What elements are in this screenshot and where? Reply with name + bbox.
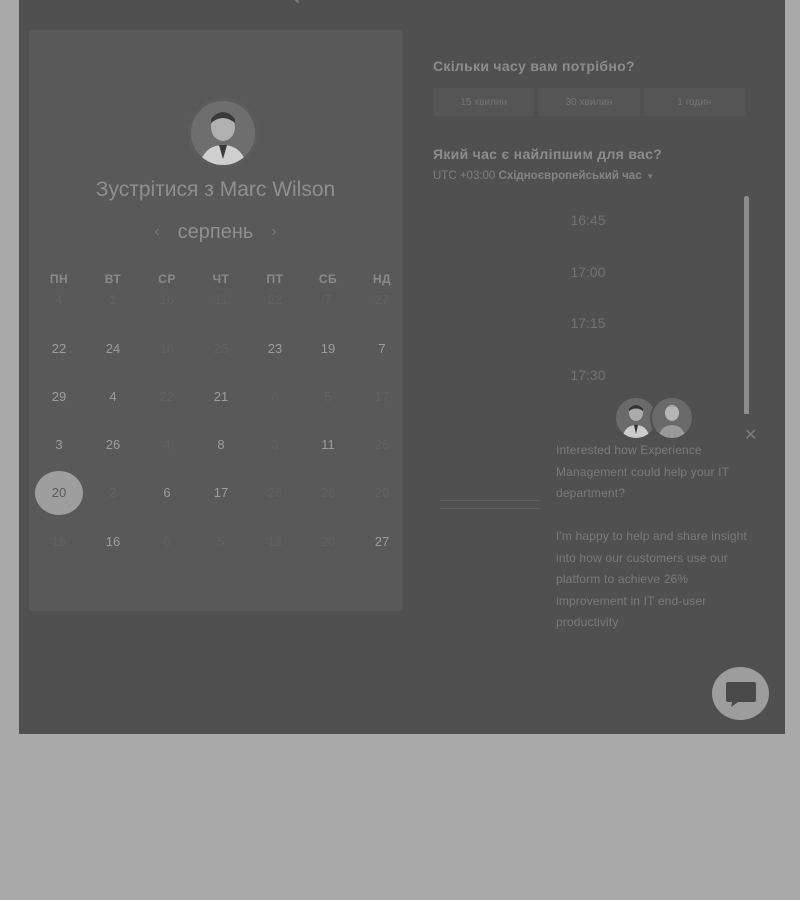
timezone-selector[interactable]: UTC +03:00 Східноєвропейський час ▾: [433, 170, 652, 182]
calendar-day: 3: [271, 437, 279, 452]
calendar-day[interactable]: 22: [34, 341, 84, 356]
timezone-offset: UTC +03:00: [433, 170, 496, 182]
calendar-day: 26: [320, 485, 336, 500]
time-slot[interactable]: 17:30: [433, 367, 743, 383]
calendar-day: 22: [159, 389, 175, 404]
divider: [440, 500, 540, 501]
weekday-label: НД: [372, 272, 392, 286]
time-slot[interactable]: 17:00: [433, 264, 743, 280]
chevron-right-icon[interactable]: ›: [271, 223, 276, 241]
weekday-label: ПТ: [266, 272, 284, 286]
calendar-day: 22: [267, 292, 283, 307]
weekday-label: ВТ: [104, 272, 122, 286]
calendar-day[interactable]: 27: [357, 534, 407, 549]
logo: [229, 0, 529, 14]
timezone-name: Східноєвропейський час: [498, 170, 642, 182]
calendar-day: 5: [217, 534, 225, 549]
calendar-day: 1: [109, 292, 117, 307]
month-navigation: ‹ серпень ›: [29, 218, 402, 246]
weekday-label: СБ: [318, 272, 338, 286]
calendar-day: 17: [374, 389, 390, 404]
calendar-day[interactable]: 29: [34, 389, 84, 404]
month-label: серпень: [177, 220, 254, 243]
calendar-day: 11: [214, 292, 228, 307]
calendar-day: 0: [163, 534, 171, 549]
calendar-day: 18: [267, 534, 283, 549]
chat-launcher-button[interactable]: [712, 667, 769, 720]
calendar-day[interactable]: 8: [196, 437, 246, 452]
duration-option[interactable]: 15 хвилин: [433, 88, 535, 116]
duration-option[interactable]: 30 хвилин: [538, 88, 640, 116]
calendar-day: 26: [374, 437, 390, 452]
calendar-day[interactable]: 26: [88, 437, 138, 452]
calendar-day[interactable]: 6: [142, 485, 192, 500]
calendar-day: 27: [374, 292, 390, 307]
calendar-day[interactable]: 4: [88, 389, 138, 404]
calendar-day: 16: [159, 341, 175, 356]
calendar-day-selected[interactable]: 20: [35, 471, 83, 515]
agent-avatar: [650, 396, 694, 440]
calendar-day[interactable]: 11: [303, 437, 353, 452]
calendar-day: 25: [213, 341, 229, 356]
duration-question: Скільки часу вам потрібно?: [433, 58, 635, 74]
calendar-day[interactable]: 24: [88, 341, 138, 356]
calendar-day[interactable]: 16: [88, 534, 138, 549]
time-slot[interactable]: 17:15: [433, 315, 743, 331]
meeting-title: Зустрітися з Marc Wilson: [95, 178, 336, 201]
divider: [440, 508, 540, 509]
chat-agent-avatars: [614, 396, 696, 440]
calendar-day: 28: [267, 485, 283, 500]
calendar-day: 20: [374, 485, 390, 500]
time-slot[interactable]: 16:45: [433, 212, 743, 228]
calendar-day[interactable]: 19: [303, 341, 353, 356]
host-avatar: [188, 98, 258, 168]
time-question: Який час є найліпшим для вас?: [433, 146, 663, 162]
calendar-day: 20: [320, 534, 336, 549]
calendar-day[interactable]: 3: [34, 437, 84, 452]
calendar-day[interactable]: 23: [250, 341, 300, 356]
chat-message-text: Interested how Experience Management cou…: [556, 443, 729, 500]
time-slot-list: 16:45 17:00 17:15 17:30: [433, 197, 743, 417]
calendar-day: 16: [159, 292, 175, 307]
calendar-day: 4: [55, 292, 63, 307]
calendar-day: 4: [163, 437, 171, 452]
calendar-day: 8: [271, 389, 279, 404]
calendar-day: 2: [109, 485, 117, 500]
calendar-day[interactable]: 17: [196, 485, 246, 500]
calendar-day: 5: [324, 389, 332, 404]
chat-message-text: I'm happy to help and share insight into…: [556, 529, 747, 629]
time-list-scrollbar[interactable]: [744, 196, 749, 416]
duration-options: 15 хвилин 30 хвилин 1 годин: [433, 88, 745, 116]
weekday-header: ПН ВТ СР ЧТ ПТ СБ НД: [27, 272, 402, 288]
calendar-day[interactable]: 21: [196, 389, 246, 404]
weekday-label: СР: [158, 272, 176, 286]
calendar-day[interactable]: 7: [357, 341, 407, 356]
calendar-panel: Зустрітися з Marc Wilson ‹ серпень › ПН В…: [29, 30, 402, 611]
chat-bubble-icon: [725, 681, 756, 707]
speech-bubble-logo-icon: [294, 0, 299, 4]
scheduler-modal: Зустрітися з Marc Wilson ‹ серпень › ПН В…: [19, 0, 785, 734]
weekday-label: ЧТ: [212, 272, 230, 286]
chevron-down-icon: ▾: [647, 171, 653, 181]
chevron-left-icon[interactable]: ‹: [154, 223, 159, 241]
chat-message: Interested how Experience Management cou…: [556, 440, 756, 655]
weekday-label: ПН: [49, 272, 69, 286]
duration-option[interactable]: 1 годин: [643, 88, 745, 116]
calendar-day: 7: [324, 292, 332, 307]
calendar-day: 16: [51, 534, 67, 549]
